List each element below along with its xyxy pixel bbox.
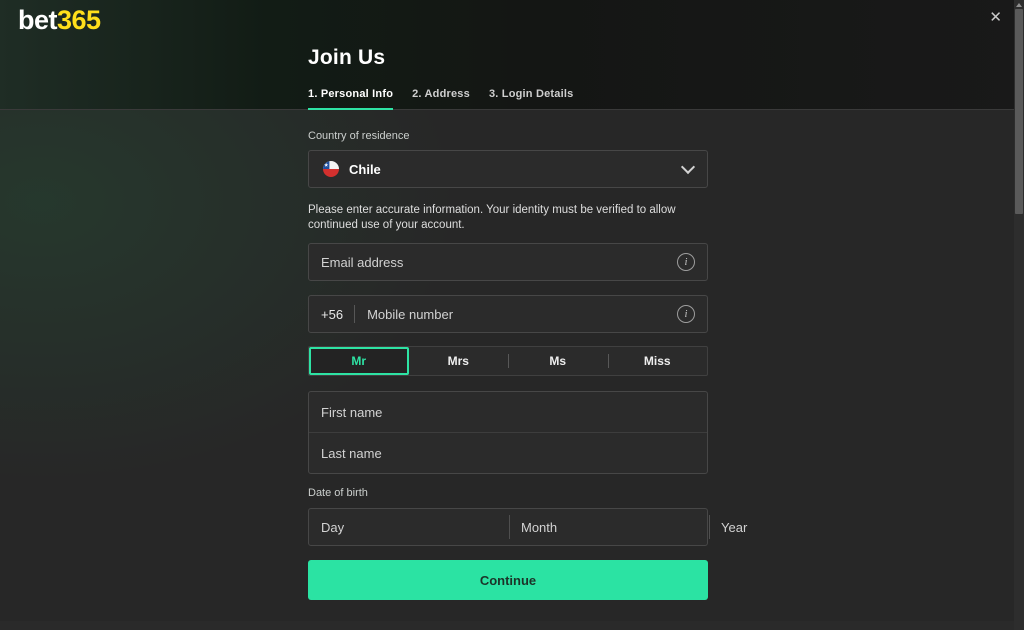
mobile-info-icon[interactable]: i [677,305,695,323]
chile-flag-icon [323,161,339,177]
first-name-input[interactable] [321,405,695,420]
chevron-down-icon [681,160,695,174]
title-option-mrs[interactable]: Mrs [409,347,509,375]
name-fields [308,391,708,474]
title-option-mr[interactable]: Mr [309,347,409,375]
logo-text-bet: bet [18,5,57,35]
mobile-input[interactable] [367,307,669,322]
dob-day-input[interactable] [321,520,497,535]
country-select[interactable]: Chile [308,150,708,188]
title-option-miss[interactable]: Miss [608,347,708,375]
tab-login-details[interactable]: 3. Login Details [489,88,574,110]
first-name-row [309,392,707,432]
page-title: Join Us [308,44,708,71]
country-value: Chile [349,162,381,177]
dob-month-input[interactable] [521,520,697,535]
dob-year-cell [709,509,909,545]
title-selector: Mr Mrs Ms Miss [308,346,708,376]
scroll-up-icon[interactable] [1016,3,1022,7]
email-input[interactable] [321,255,669,270]
dob-month-cell [509,509,709,545]
bottom-edge [0,621,1014,630]
dob-day-cell [309,509,509,545]
vertical-scrollbar[interactable] [1014,0,1024,630]
registration-form: Join Us 1. Personal Info 2. Address 3. L… [308,44,708,600]
tab-address[interactable]: 2. Address [412,88,470,110]
dob-label: Date of birth [308,487,708,500]
continue-button[interactable]: Continue [308,560,708,600]
email-field: i [308,243,708,281]
dialing-code: +56 [321,307,343,322]
identity-notice: Please enter accurate information. Your … [308,203,706,233]
dob-year-input[interactable] [721,520,897,535]
country-label: Country of residence [308,130,708,143]
bet365-logo[interactable]: bet365 [18,5,101,36]
last-name-input[interactable] [321,446,695,461]
mobile-field: +56 i [308,295,708,333]
title-option-ms[interactable]: Ms [508,347,608,375]
email-info-icon[interactable]: i [677,253,695,271]
tab-personal-info[interactable]: 1. Personal Info [308,88,393,110]
last-name-row [309,432,707,473]
step-tabs: 1. Personal Info 2. Address 3. Login Det… [308,88,708,110]
join-us-page: bet365 ✕ Join Us 1. Personal Info 2. Add… [0,0,1024,630]
dob-fields [308,508,708,546]
logo-text-365: 365 [57,5,101,35]
prefix-divider [354,305,355,323]
scrollbar-thumb[interactable] [1015,9,1023,214]
close-icon[interactable]: ✕ [989,10,1002,25]
